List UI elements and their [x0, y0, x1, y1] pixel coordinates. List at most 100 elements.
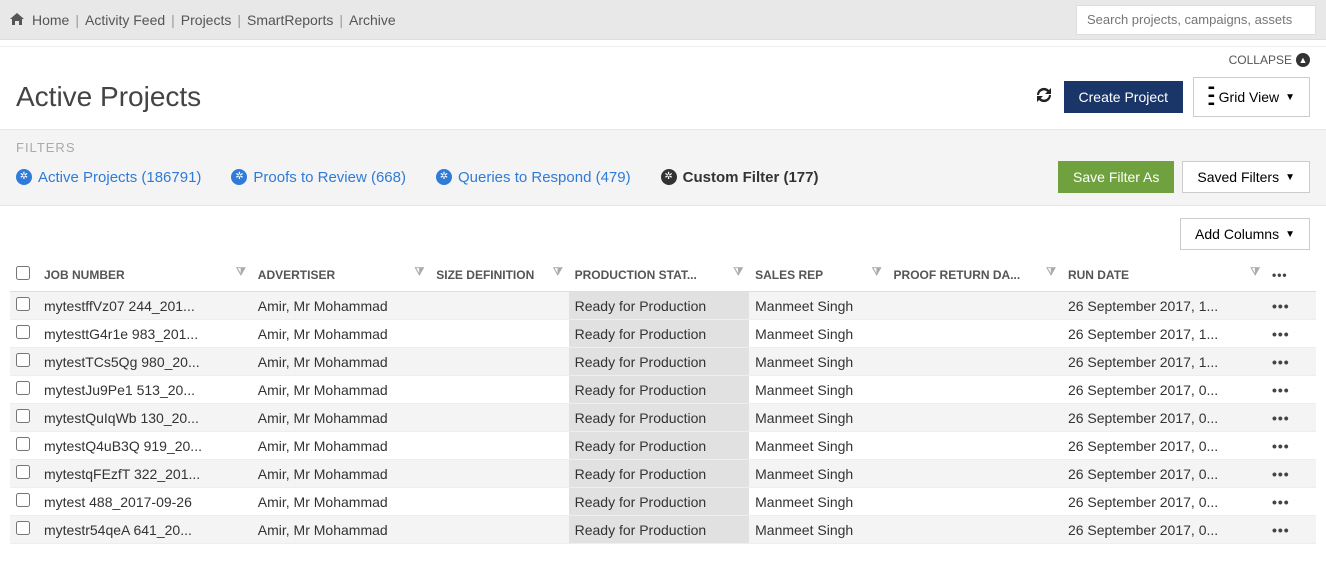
saved-filters-label: Saved Filters	[1197, 169, 1279, 185]
col-size-definition[interactable]: SIZE DEFINITION ⧩	[430, 258, 568, 292]
nav-projects[interactable]: Projects	[181, 12, 232, 28]
cell-production-status: Ready for Production	[569, 376, 750, 404]
row-checkbox[interactable]	[16, 297, 30, 311]
nav-home[interactable]: Home	[32, 12, 69, 28]
filter-icon[interactable]: ⧩	[414, 266, 424, 279]
nav-activity-feed[interactable]: Activity Feed	[85, 12, 165, 28]
filter-custom[interactable]: ✲ Custom Filter (177)	[661, 169, 819, 186]
grid-view-button[interactable]: ▪▪▪▪▪▪▪▪▪ Grid View ▼	[1193, 77, 1310, 117]
row-actions-icon[interactable]: •••	[1272, 438, 1290, 454]
save-filter-button[interactable]: Save Filter As	[1058, 161, 1174, 193]
cell-proof-return	[888, 292, 1062, 320]
cell-advertiser: Amir, Mr Mohammad	[252, 292, 430, 320]
cell-size	[430, 348, 568, 376]
filter-icon[interactable]: ⧩	[1046, 266, 1056, 279]
row-actions-icon[interactable]: •••	[1272, 298, 1290, 314]
row-actions-icon[interactable]: •••	[1272, 522, 1290, 538]
cell-job[interactable]: mytestQ4uB3Q 919_20...	[38, 432, 252, 460]
cell-sales-rep: Manmeet Singh	[749, 460, 887, 488]
filters-right: Save Filter As Saved Filters ▼	[1058, 161, 1310, 193]
nav-archive[interactable]: Archive	[349, 12, 396, 28]
row-actions-icon[interactable]: •••	[1272, 494, 1290, 510]
row-checkbox[interactable]	[16, 465, 30, 479]
col-run-date[interactable]: RUN DATE⧩	[1062, 258, 1266, 292]
cell-run-date: 26 September 2017, 1...	[1062, 348, 1266, 376]
filter-icon[interactable]: ⧩	[733, 266, 743, 279]
cell-advertiser: Amir, Mr Mohammad	[252, 376, 430, 404]
cell-advertiser: Amir, Mr Mohammad	[252, 404, 430, 432]
col-label: SIZE DEFINITION	[436, 268, 534, 282]
search-input[interactable]	[1076, 5, 1316, 35]
cell-sales-rep: Manmeet Singh	[749, 292, 887, 320]
col-advertiser[interactable]: ADVERTISER ⧩	[252, 258, 430, 292]
cell-job[interactable]: mytest 488_2017-09-26	[38, 488, 252, 516]
filter-proofs-to-review[interactable]: ✲ Proofs to Review (668)	[231, 169, 406, 186]
filter-icon[interactable]: ⧩	[553, 266, 563, 279]
col-job-number[interactable]: JOB NUMBER⧩	[38, 258, 252, 292]
table-row: mytestQuIqWb 130_20...Amir, Mr MohammadR…	[10, 404, 1316, 432]
table-row: mytesttG4r1e 983_201...Amir, Mr Mohammad…	[10, 320, 1316, 348]
cell-advertiser: Amir, Mr Mohammad	[252, 320, 430, 348]
cell-sales-rep: Manmeet Singh	[749, 348, 887, 376]
row-checkbox[interactable]	[16, 353, 30, 367]
more-icon[interactable]: •••	[1272, 268, 1288, 282]
cell-job[interactable]: mytestffVz07 244_201...	[38, 292, 252, 320]
create-project-button[interactable]: Create Project	[1064, 81, 1183, 113]
row-actions-icon[interactable]: •••	[1272, 382, 1290, 398]
cell-size	[430, 516, 568, 544]
filter-label: Active Projects (186791)	[38, 169, 201, 186]
cell-job[interactable]: mytestqFEzfT 322_201...	[38, 460, 252, 488]
nav-sep: |	[171, 12, 175, 28]
filter-icon[interactable]: ⧩	[236, 266, 246, 279]
cell-job[interactable]: mytesttG4r1e 983_201...	[38, 320, 252, 348]
nav-sep: |	[339, 12, 343, 28]
row-checkbox[interactable]	[16, 521, 30, 535]
col-label: PROOF RETURN DA...	[894, 268, 1021, 282]
cell-job[interactable]: mytestr54qeA 641_20...	[38, 516, 252, 544]
row-actions-icon[interactable]: •••	[1272, 466, 1290, 482]
cell-job[interactable]: mytestJu9Pe1 513_20...	[38, 376, 252, 404]
col-label: ADVERTISER	[258, 268, 335, 282]
col-production-status[interactable]: PRODUCTION STAT...⧩	[569, 258, 750, 292]
row-actions-icon[interactable]: •••	[1272, 410, 1290, 426]
row-actions-icon[interactable]: •••	[1272, 326, 1290, 342]
cell-size	[430, 488, 568, 516]
row-checkbox[interactable]	[16, 437, 30, 451]
cell-size	[430, 376, 568, 404]
saved-filters-button[interactable]: Saved Filters ▼	[1182, 161, 1310, 193]
table-row: mytestffVz07 244_201...Amir, Mr Mohammad…	[10, 292, 1316, 320]
cell-run-date: 26 September 2017, 0...	[1062, 432, 1266, 460]
header-actions: Create Project ▪▪▪▪▪▪▪▪▪ Grid View ▼	[1034, 77, 1310, 117]
filter-icon[interactable]: ⧩	[872, 266, 882, 279]
cell-job[interactable]: mytestTCs5Qg 980_20...	[38, 348, 252, 376]
cell-production-status: Ready for Production	[569, 320, 750, 348]
add-columns-button[interactable]: Add Columns ▼	[1180, 218, 1310, 250]
caret-down-icon: ▼	[1285, 229, 1295, 240]
filters-row: ✲ Active Projects (186791) ✲ Proofs to R…	[16, 161, 1310, 193]
col-proof-return-date[interactable]: PROOF RETURN DA... ⧩	[888, 258, 1062, 292]
grid-view-label: Grid View	[1219, 89, 1279, 105]
cell-run-date: 26 September 2017, 0...	[1062, 488, 1266, 516]
cell-job[interactable]: mytestQuIqWb 130_20...	[38, 404, 252, 432]
projects-table: JOB NUMBER⧩ ADVERTISER ⧩ SIZE DEFINITION ⧩…	[10, 258, 1316, 544]
gear-icon: ✲	[436, 169, 452, 185]
row-checkbox[interactable]	[16, 409, 30, 423]
cell-production-status: Ready for Production	[569, 432, 750, 460]
nav-smartreports[interactable]: SmartReports	[247, 12, 333, 28]
row-checkbox[interactable]	[16, 381, 30, 395]
row-actions-icon[interactable]: •••	[1272, 354, 1290, 370]
row-checkbox[interactable]	[16, 325, 30, 339]
add-columns-label: Add Columns	[1195, 226, 1279, 242]
filter-icon[interactable]: ⧩	[1250, 266, 1260, 279]
filter-label: Queries to Respond (479)	[458, 169, 631, 186]
col-label: SALES REP	[755, 268, 823, 282]
row-checkbox[interactable]	[16, 493, 30, 507]
refresh-icon[interactable]	[1034, 86, 1054, 109]
grid-icon: ▪▪▪▪▪▪▪▪▪	[1208, 85, 1213, 109]
collapse-button[interactable]: COLLAPSE ▲	[1229, 53, 1310, 67]
filter-active-projects[interactable]: ✲ Active Projects (186791)	[16, 169, 201, 186]
col-sales-rep[interactable]: SALES REP ⧩	[749, 258, 887, 292]
filter-queries-to-respond[interactable]: ✲ Queries to Respond (479)	[436, 169, 631, 186]
select-all-checkbox[interactable]	[16, 266, 30, 280]
table-header-row: JOB NUMBER⧩ ADVERTISER ⧩ SIZE DEFINITION ⧩…	[10, 258, 1316, 292]
